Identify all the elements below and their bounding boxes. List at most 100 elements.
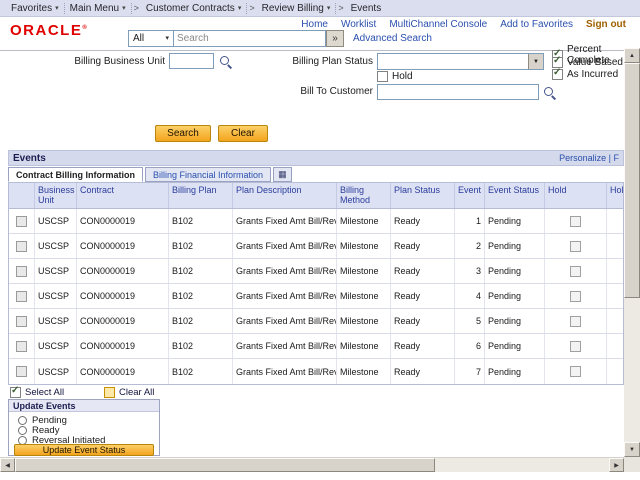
column-header-business-unit[interactable]: Business Unit: [35, 183, 77, 208]
breadcrumb-label: Favorites: [11, 3, 52, 14]
hold-checkbox[interactable]: [570, 216, 581, 227]
breadcrumb-label: Customer Contracts: [146, 3, 235, 14]
global-search-input[interactable]: [174, 30, 326, 47]
breadcrumb-item-customer-contracts[interactable]: Customer Contracts ▾: [141, 0, 246, 17]
scroll-down-button[interactable]: ▼: [624, 442, 640, 457]
billing-plan-status-label: Billing Plan Status: [255, 56, 373, 67]
add-to-favorites-link[interactable]: Add to Favorites: [500, 19, 573, 30]
breadcrumb-item-review-billing[interactable]: Review Billing ▾: [257, 0, 336, 17]
column-header-hold2[interactable]: Hold: [607, 183, 623, 208]
select-column-header: [9, 183, 35, 208]
hold-checkbox[interactable]: [570, 341, 581, 352]
row-select-checkbox[interactable]: [16, 366, 27, 377]
search-button[interactable]: Search: [155, 125, 211, 142]
billing-business-unit-input[interactable]: [169, 53, 214, 69]
clear-button[interactable]: Clear: [218, 125, 268, 142]
events-section-header: Events Personalize | F: [8, 150, 624, 166]
value-based-option: ✓ Value Based: [552, 57, 623, 68]
cell-business-unit: USCSP: [35, 234, 77, 258]
hold-filter-label: Hold: [392, 71, 413, 82]
table-row: USCSP CON0000019 B102 Grants Fixed Amt B…: [9, 359, 623, 384]
breadcrumb-item-favorites[interactable]: Favorites ▾: [6, 0, 64, 17]
table-row: USCSP CON0000019 B102 Grants Fixed Amt B…: [9, 284, 623, 309]
bill-to-customer-label: Bill To Customer: [255, 86, 373, 97]
cell-event: 2: [455, 234, 485, 258]
show-all-columns-tab[interactable]: ▦: [273, 167, 292, 182]
hold-filter-option: Hold: [377, 71, 413, 82]
cell-hold2: [607, 209, 623, 233]
lookup-icon[interactable]: [543, 86, 556, 99]
combo-arrow-button[interactable]: ▼: [528, 54, 543, 69]
horizontal-scrollbar[interactable]: ◀ ▶: [0, 457, 624, 472]
select-all-checkbox[interactable]: ✓: [10, 387, 21, 398]
hold-checkbox[interactable]: [570, 291, 581, 302]
row-select-checkbox[interactable]: [16, 291, 27, 302]
breadcrumb-item-main-menu[interactable]: Main Menu ▾: [65, 0, 131, 17]
column-header-plan-status[interactable]: Plan Status: [391, 183, 455, 208]
cell-billing-method: Milestone: [337, 209, 391, 233]
hold-checkbox[interactable]: [570, 266, 581, 277]
events-table: Business Unit Contract Billing Plan Plan…: [8, 182, 624, 385]
select-all-control[interactable]: ✓ Select All: [10, 387, 64, 398]
scroll-right-button[interactable]: ▶: [609, 458, 624, 472]
column-header-event-status[interactable]: Event Status: [485, 183, 545, 208]
lookup-icon[interactable]: [219, 55, 232, 68]
as-incurred-checkbox[interactable]: ✓: [552, 69, 563, 80]
oracle-logo: ORACLE®: [10, 22, 87, 39]
vertical-scrollbar[interactable]: ▲ ▼: [624, 48, 640, 457]
cell-billing-method: Milestone: [337, 334, 391, 358]
breadcrumb-item-events[interactable]: Events: [346, 0, 387, 17]
column-header-billing-method[interactable]: Billing Method: [337, 183, 391, 208]
cell-billing-method: Milestone: [337, 284, 391, 308]
scroll-left-button[interactable]: ◀: [0, 458, 15, 472]
hold-checkbox[interactable]: [570, 366, 581, 377]
tab-contract-billing-information[interactable]: Contract Billing Information: [8, 167, 143, 182]
cell-plan-status: Ready: [391, 309, 455, 333]
clear-all-icon[interactable]: [104, 387, 115, 398]
tab-billing-financial-information[interactable]: Billing Financial Information: [145, 167, 271, 182]
row-select-checkbox[interactable]: [16, 316, 27, 327]
cell-event: 1: [455, 209, 485, 233]
cell-contract: CON0000019: [77, 259, 169, 283]
row-select-checkbox[interactable]: [16, 266, 27, 277]
search-scope-value: All: [133, 33, 144, 44]
cell-billing-plan: B102: [169, 234, 233, 258]
column-header-event[interactable]: Event: [455, 183, 485, 208]
column-header-hold[interactable]: Hold: [545, 183, 607, 208]
search-scope-dropdown[interactable]: All ▾: [128, 30, 174, 47]
scroll-up-button[interactable]: ▲: [624, 48, 640, 63]
billing-plan-status-select[interactable]: ▼: [377, 53, 544, 70]
update-event-status-button[interactable]: Update Event Status: [14, 444, 154, 456]
advanced-search-link[interactable]: Advanced Search: [353, 33, 432, 44]
clear-all-control[interactable]: Clear All: [104, 387, 154, 398]
hold-checkbox[interactable]: [570, 241, 581, 252]
sign-out-link[interactable]: Sign out: [586, 19, 626, 30]
cell-business-unit: USCSP: [35, 309, 77, 333]
personalize-link[interactable]: Personalize | F: [559, 153, 619, 163]
radio-icon[interactable]: [18, 416, 27, 425]
breadcrumb-label: Main Menu: [70, 3, 119, 14]
row-select-checkbox[interactable]: [16, 216, 27, 227]
vertical-scrollbar-thumb[interactable]: [624, 63, 640, 298]
radio-icon[interactable]: [18, 426, 27, 435]
column-header-contract[interactable]: Contract: [77, 183, 169, 208]
cell-billing-method: Milestone: [337, 259, 391, 283]
row-select-checkbox[interactable]: [16, 241, 27, 252]
search-go-button[interactable]: »: [326, 30, 344, 47]
chevron-down-icon: ▾: [327, 4, 331, 12]
column-header-plan-description[interactable]: Plan Description: [233, 183, 337, 208]
cell-billing-plan: B102: [169, 359, 233, 384]
cell-hold2: [607, 234, 623, 258]
hold-checkbox[interactable]: [570, 316, 581, 327]
cell-plan-status: Ready: [391, 284, 455, 308]
cell-event-status: Pending: [485, 284, 545, 308]
cell-event-status: Pending: [485, 259, 545, 283]
hold-filter-checkbox[interactable]: [377, 71, 388, 82]
bill-to-customer-input[interactable]: [377, 84, 539, 100]
horizontal-scrollbar-thumb[interactable]: [15, 458, 435, 472]
row-select-checkbox[interactable]: [16, 341, 27, 352]
column-header-billing-plan[interactable]: Billing Plan: [169, 183, 233, 208]
as-incurred-label: As Incurred: [567, 69, 618, 80]
cell-event: 4: [455, 284, 485, 308]
value-based-label: Value Based: [567, 57, 623, 68]
